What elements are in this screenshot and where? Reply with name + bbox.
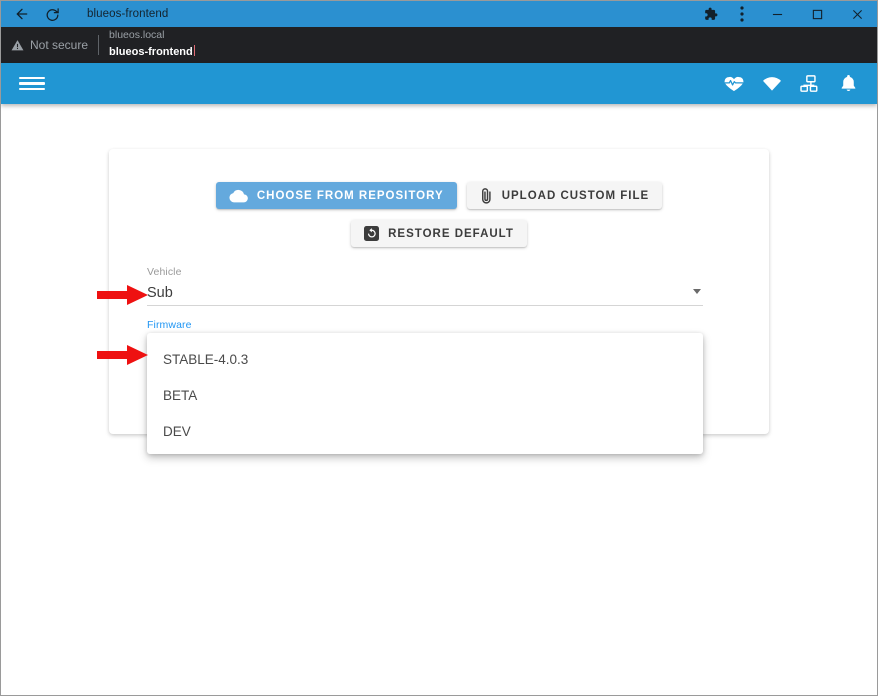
page-content: CHOOSE FROM REPOSITORY UPLOAD CUSTOM FIL… — [1, 104, 877, 695]
browser-nav-controls: blueos-frontend — [1, 1, 168, 27]
url-block[interactable]: blueos.local blueos-frontend — [109, 29, 195, 60]
browser-tab-strip: blueos-frontend — [1, 1, 877, 27]
maximize-icon[interactable] — [797, 1, 837, 27]
restore-button-row: RESTORE DEFAULT — [109, 220, 769, 247]
browser-window: blueos-frontend Not secure — [0, 0, 878, 696]
chevron-down-icon — [693, 289, 701, 294]
restore-default-label: RESTORE DEFAULT — [388, 228, 514, 240]
upload-custom-file-label: UPLOAD CUSTOM FILE — [502, 190, 649, 202]
wifi-icon[interactable] — [761, 73, 783, 95]
puzzle-piece-icon[interactable] — [695, 1, 727, 27]
heartbeat-icon[interactable] — [723, 73, 745, 95]
choose-from-repository-button[interactable]: CHOOSE FROM REPOSITORY — [216, 182, 457, 209]
source-button-row: CHOOSE FROM REPOSITORY UPLOAD CUSTOM FIL… — [109, 182, 769, 209]
close-icon[interactable] — [837, 1, 877, 27]
security-status[interactable]: Not secure — [11, 38, 88, 52]
url-path: blueos-frontend — [109, 46, 193, 58]
vehicle-field-label: Vehicle — [147, 266, 703, 278]
vehicle-select[interactable]: Sub — [147, 281, 703, 306]
minimize-icon[interactable] — [757, 1, 797, 27]
cloud-icon — [229, 189, 248, 203]
firmware-option-dev[interactable]: DEV — [147, 413, 703, 449]
three-dots-icon[interactable] — [727, 1, 757, 27]
restore-icon — [364, 226, 379, 241]
address-separator — [98, 35, 99, 55]
text-cursor — [194, 45, 195, 56]
vehicle-field: Vehicle Sub — [147, 266, 703, 306]
choose-from-repository-label: CHOOSE FROM REPOSITORY — [257, 190, 444, 202]
hamburger-line — [19, 82, 45, 85]
firmware-field-label: Firmware — [147, 319, 703, 331]
notification-bell-icon[interactable] — [837, 73, 859, 95]
firmware-option-stable[interactable]: STABLE-4.0.3 — [147, 341, 703, 377]
url-host: blueos.local — [109, 29, 195, 41]
network-devices-icon[interactable] — [799, 73, 821, 95]
upload-custom-file-button[interactable]: UPLOAD CUSTOM FILE — [467, 182, 662, 209]
firmware-option-beta[interactable]: BETA — [147, 377, 703, 413]
back-arrow-icon[interactable] — [13, 5, 31, 23]
vehicle-selected-value: Sub — [147, 285, 173, 301]
hamburger-menu-icon[interactable] — [19, 73, 45, 95]
warning-triangle-icon — [11, 39, 24, 52]
app-bar — [1, 63, 877, 104]
reload-icon[interactable] — [43, 5, 61, 23]
paperclip-icon — [480, 187, 493, 204]
hamburger-line — [19, 88, 45, 91]
url-path-wrap: blueos-frontend — [109, 42, 195, 61]
window-controls — [695, 1, 877, 27]
app-bar-status-icons — [723, 73, 859, 95]
security-label: Not secure — [30, 38, 88, 52]
hamburger-line — [19, 77, 45, 80]
browser-tab-title[interactable]: blueos-frontend — [87, 8, 168, 20]
address-bar[interactable]: Not secure blueos.local blueos-frontend — [1, 27, 877, 63]
firmware-dropdown-menu: STABLE-4.0.3 BETA DEV — [147, 333, 703, 454]
restore-default-button[interactable]: RESTORE DEFAULT — [351, 220, 527, 247]
